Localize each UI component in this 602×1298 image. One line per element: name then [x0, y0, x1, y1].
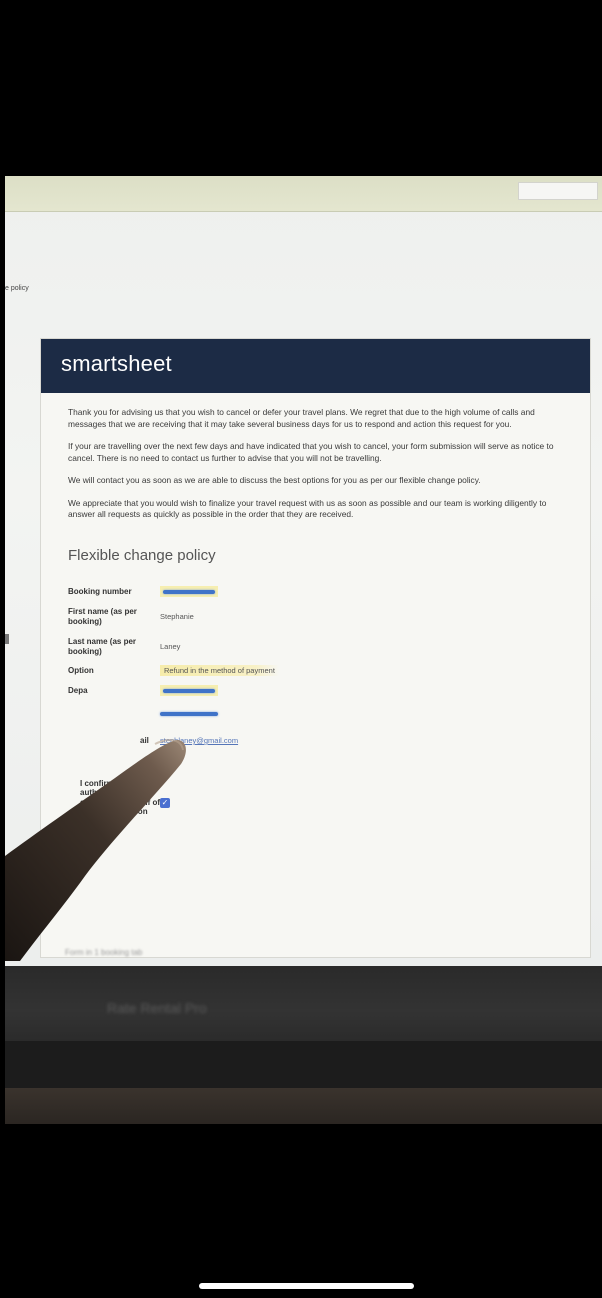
- intro-paragraph-3: We will contact you as soon as we are ab…: [68, 475, 481, 485]
- intro-paragraph-2: If your are travelling over the next few…: [68, 441, 554, 463]
- desk-band: [5, 1088, 602, 1124]
- first-name-label: First name (as per booking): [68, 607, 137, 626]
- first-name-value: Stephanie: [160, 612, 194, 621]
- intro-text: Thank you for advising us that you wish …: [68, 407, 570, 521]
- redacted-row: [68, 702, 570, 726]
- redacted-departure: [163, 689, 215, 693]
- edge-mark: [5, 634, 9, 644]
- top-bar-button[interactable]: [518, 182, 598, 200]
- intro-paragraph-1: Thank you for advising us that you wish …: [68, 407, 535, 429]
- email-row: ail stephlaney@gmail.com: [68, 726, 570, 756]
- last-name-value: Laney: [160, 642, 181, 651]
- confirm-row: I confirm that I am authorised to make c…: [68, 760, 570, 846]
- option-row: Option Refund in the method of payment: [68, 662, 570, 680]
- redacted-booking-number: [163, 590, 215, 594]
- breadcrumb[interactable]: e policy: [5, 285, 29, 292]
- below-screen-small-text: Form in 1 booking tab: [65, 948, 143, 957]
- monitor-screen: e policy smartsheet Thank you for advisi…: [5, 176, 602, 966]
- redacted-field: [160, 712, 218, 716]
- smartsheet-logo: smartsheet: [61, 351, 172, 376]
- form-card: smartsheet Thank you for advising us tha…: [40, 338, 591, 958]
- below-screen-area: [5, 966, 602, 1041]
- home-indicator[interactable]: [199, 1283, 414, 1289]
- intro-paragraph-4: We appreciate that you would wish to fin…: [68, 497, 547, 520]
- section-title: Flexible change policy: [68, 546, 216, 564]
- departure-value: [160, 685, 218, 696]
- option-label: Option: [68, 665, 94, 675]
- confirm-checkbox[interactable]: ✓: [160, 797, 170, 808]
- confirm-label: I confirm that I am authorised to make c…: [80, 778, 161, 826]
- card-header: smartsheet: [41, 339, 590, 393]
- email-value[interactable]: stephlaney@gmail.com: [160, 736, 238, 745]
- card-body: Thank you for advising us that you wish …: [41, 393, 590, 846]
- booking-number-value: [160, 586, 218, 597]
- email-label: ail: [140, 735, 149, 745]
- last-name-label: Last name (as per booking): [68, 637, 137, 656]
- form-fields: Booking number First name (as per bookin…: [68, 582, 570, 846]
- departure-row: Depa: [68, 680, 570, 702]
- last-name-row: Last name (as per booking) Laney: [68, 632, 570, 662]
- below-screen-large-text: Rate Rental Pro: [107, 1000, 207, 1016]
- browser-top-bar: [5, 176, 602, 212]
- booking-number-label: Booking number: [68, 586, 132, 596]
- departure-label: Depa: [68, 685, 88, 695]
- first-name-row: First name (as per booking) Stephanie: [68, 602, 570, 632]
- option-value: Refund in the method of payment: [160, 665, 279, 676]
- booking-number-row: Booking number: [68, 582, 570, 602]
- redacted-value: [160, 709, 218, 718]
- monitor-bezel: [5, 1041, 602, 1088]
